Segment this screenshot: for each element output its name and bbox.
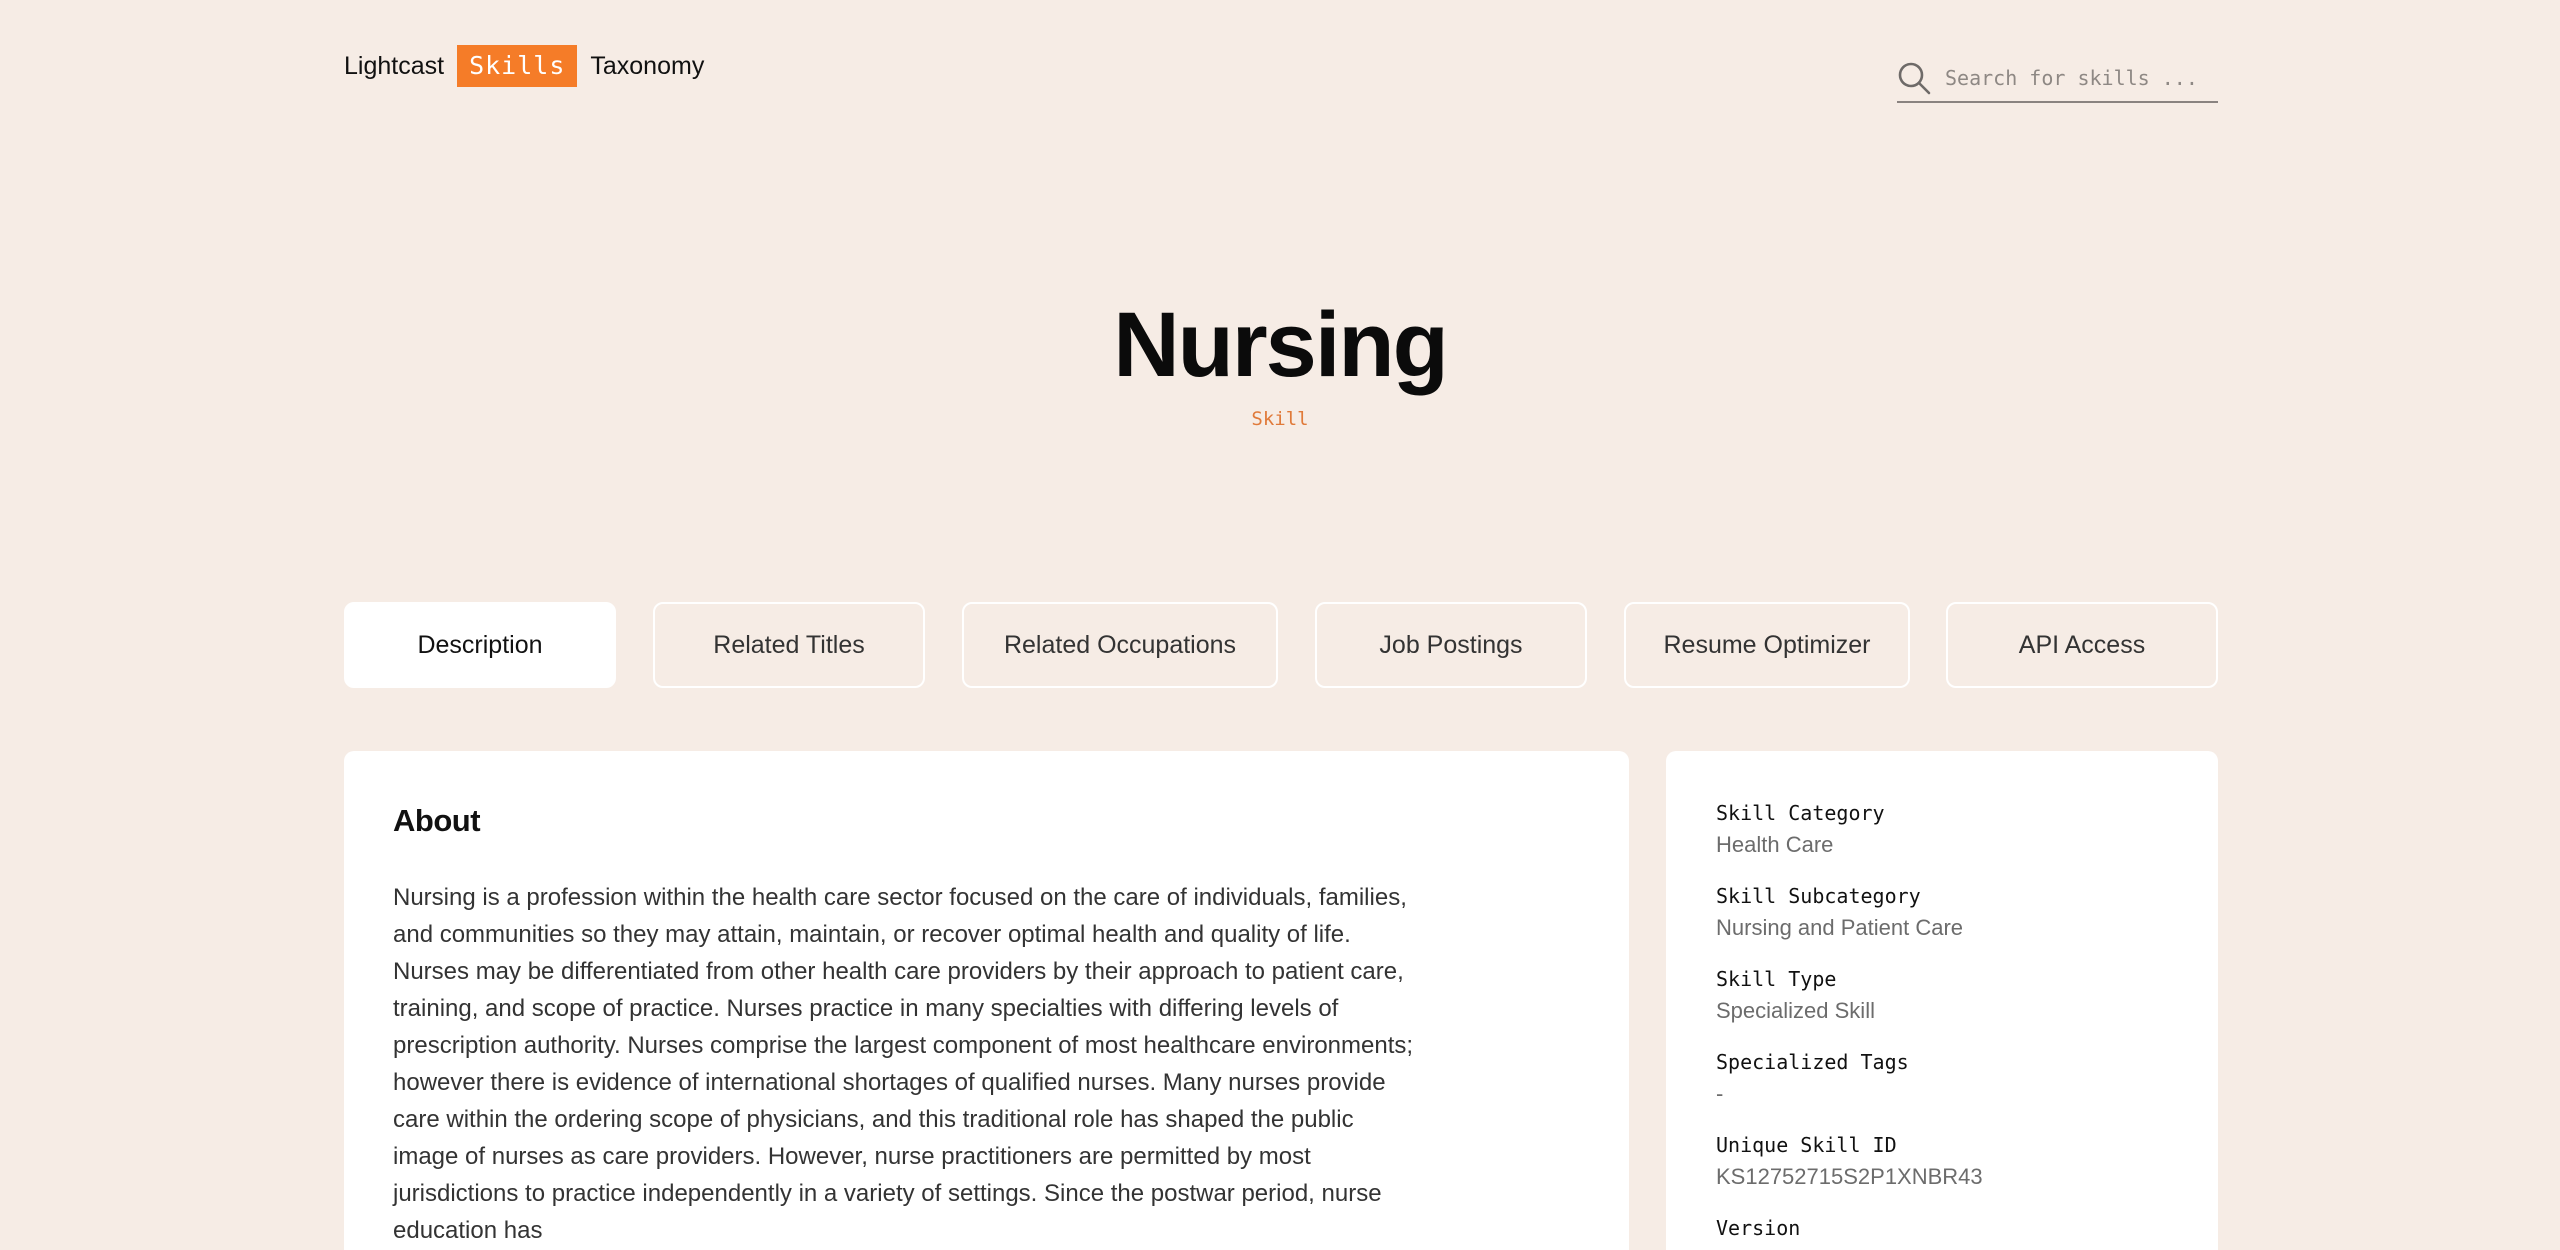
detail-version: Version	[1716, 1214, 1800, 1245]
detail-value: Specialized Skill	[1716, 998, 1875, 1023]
detail-label: Unique Skill ID	[1716, 1133, 1897, 1157]
detail-value: Nursing and Patient Care	[1716, 915, 1964, 940]
page-title: Nursing	[1113, 294, 1449, 396]
site-logo[interactable]: Lightcast Skills Taxonomy	[344, 45, 704, 87]
tab-api-access[interactable]: API Access	[1946, 602, 2218, 688]
logo-text-left: Lightcast	[344, 51, 445, 80]
logo-text-highlight: Skills	[457, 45, 578, 87]
detail-label: Skill Subcategory	[1716, 884, 1921, 908]
detail-label: Version	[1716, 1216, 1801, 1240]
detail-skill-type: Skill Type Specialized Skill	[1716, 965, 1875, 1026]
detail-unique-skill-id: Unique Skill ID KS12752715S2P1XNBR43	[1716, 1131, 1983, 1192]
detail-skill-subcategory: Skill Subcategory Nursing and Patient Ca…	[1716, 882, 1963, 943]
page: Lightcast Skills Taxonomy Nursing Skill …	[0, 0, 2560, 1250]
tab-job-postings[interactable]: Job Postings	[1315, 602, 1587, 688]
detail-value: KS12752715S2P1XNBR43	[1716, 1164, 1983, 1189]
detail-skill-category: Skill Category Health Care	[1716, 799, 1885, 860]
detail-value: Health Care	[1716, 832, 1834, 857]
search-input[interactable]	[1945, 66, 2205, 90]
page-subtitle: Skill	[1251, 408, 1309, 430]
logo-text-right: Taxonomy	[590, 51, 705, 80]
tab-description[interactable]: Description	[344, 602, 616, 688]
tab-related-titles[interactable]: Related Titles	[653, 602, 925, 688]
tab-resume-optimizer[interactable]: Resume Optimizer	[1624, 602, 1910, 688]
search-icon[interactable]	[1897, 61, 1931, 95]
detail-value: -	[1716, 1081, 1724, 1106]
skill-details-card: Skill Category Health Care Skill Subcate…	[1666, 751, 2218, 1250]
search-bar	[1897, 55, 2218, 103]
detail-label: Skill Category	[1716, 801, 1885, 825]
detail-label: Skill Type	[1716, 967, 1837, 991]
detail-specialized-tags: Specialized Tags -	[1716, 1048, 1909, 1109]
about-heading: About	[393, 803, 481, 838]
about-card: About Nursing is a profession within the…	[344, 751, 1629, 1250]
tab-related-occupations[interactable]: Related Occupations	[962, 602, 1278, 688]
detail-label: Specialized Tags	[1716, 1050, 1909, 1074]
about-text: Nursing is a profession within the healt…	[393, 884, 1414, 1244]
